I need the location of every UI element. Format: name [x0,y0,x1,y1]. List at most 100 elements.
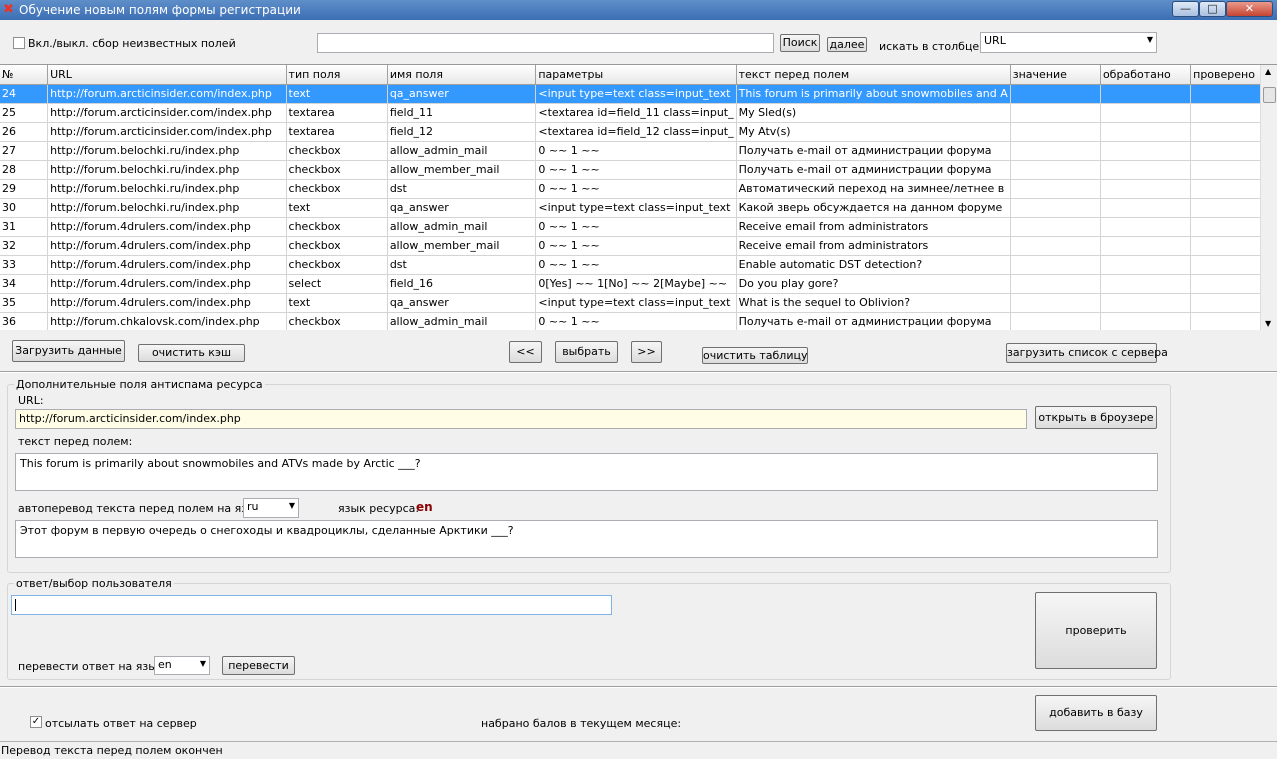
clear-cache-button[interactable]: очистить кэш [138,344,245,362]
table-cell[interactable]: 0 ~~ 1 ~~ [535,141,737,161]
table-cell[interactable]: Receive email from administrators [736,217,1011,237]
table-cell[interactable]: field_11 [387,103,537,123]
table-cell[interactable]: http://forum.4drulers.com/index.php [47,217,287,237]
table-cell[interactable]: allow_member_mail [387,160,537,180]
check-button[interactable]: проверить [1035,592,1157,669]
close-button[interactable]: ✕ [1226,1,1273,17]
table-cell[interactable] [1100,236,1192,256]
table-cell[interactable]: allow_admin_mail [387,217,537,237]
table-cell[interactable]: 34 [0,274,49,294]
send-to-server-checkbox[interactable]: ✓ [30,716,42,728]
table-cell[interactable] [1100,312,1192,330]
table-cell[interactable]: 27 [0,141,49,161]
table-cell[interactable]: <input type=text class=input_text [535,84,737,104]
column-header[interactable]: имя поля [387,65,537,85]
table-cell[interactable]: 32 [0,236,49,256]
table-cell[interactable]: text [286,293,388,313]
table-cell[interactable]: http://forum.arcticinsider.com/index.php [47,84,287,104]
column-header[interactable]: URL [47,65,287,85]
table-cell[interactable] [1010,274,1101,294]
table-cell[interactable] [1100,274,1192,294]
table-cell[interactable]: allow_member_mail [387,236,537,256]
table-cell[interactable]: 25 [0,103,49,123]
table-row[interactable]: 32 http://forum.4drulers.com/index.php che… [0,236,1277,256]
table-cell[interactable] [1010,103,1101,123]
table-cell[interactable]: 0 ~~ 1 ~~ [535,160,737,180]
table-cell[interactable]: http://forum.4drulers.com/index.php [47,274,287,294]
table-row[interactable]: 26 http://forum.arcticinsider.com/index.p… [0,122,1277,142]
table-cell[interactable] [1100,122,1192,142]
table-cell[interactable]: <textarea id=field_12 class=input_ [535,122,737,142]
table-cell[interactable]: 30 [0,198,49,218]
collect-unknown-fields-checkbox[interactable] [13,37,25,49]
table-cell[interactable]: 0 ~~ 1 ~~ [535,179,737,199]
table-cell[interactable]: My Atv(s) [736,122,1011,142]
table-cell[interactable]: qa_answer [387,293,537,313]
table-cell[interactable]: My Sled(s) [736,103,1011,123]
table-cell[interactable]: http://forum.belochki.ru/index.php [47,179,287,199]
table-cell[interactable]: http://forum.arcticinsider.com/index.php [47,103,287,123]
prev-button[interactable]: << [509,341,542,363]
table-cell[interactable]: http://forum.arcticinsider.com/index.php [47,122,287,142]
column-header[interactable]: параметры [535,65,737,85]
table-cell[interactable] [1010,312,1101,330]
table-cell[interactable]: http://forum.belochki.ru/index.php [47,141,287,161]
table-cell[interactable] [1100,179,1192,199]
scroll-up-icon[interactable]: ▲ [1265,67,1271,76]
table-row[interactable]: 35 http://forum.4drulers.com/index.php tex… [0,293,1277,313]
table-cell[interactable] [1100,217,1192,237]
table-row[interactable]: 30 http://forum.belochki.ru/index.php text… [0,198,1277,218]
table-cell[interactable] [1100,160,1192,180]
table-row[interactable]: 24 http://forum.arcticinsider.com/index.p… [0,84,1277,104]
load-data-button[interactable]: Загрузить данные [12,340,125,362]
table-cell[interactable]: 24 [0,84,49,104]
maximize-button[interactable]: □ [1199,1,1226,17]
table-cell[interactable]: http://forum.4drulers.com/index.php [47,236,287,256]
table-cell[interactable]: Receive email from administrators [736,236,1011,256]
table-cell[interactable]: Автоматический переход на зимнее/летнее … [736,179,1011,199]
table-cell[interactable]: 26 [0,122,49,142]
table-cell[interactable]: 35 [0,293,49,313]
next-match-button[interactable]: далее [827,37,867,52]
table-cell[interactable]: http://forum.4drulers.com/index.php [47,293,287,313]
table-row[interactable]: 36 http://forum.chkalovsk.com/index.php ch… [0,312,1277,330]
search-column-select[interactable]: URL ▼ [980,32,1157,53]
table-cell[interactable]: Получать e-mail от администрации форума [736,141,1011,161]
table-cell[interactable]: dst [387,255,537,275]
table-cell[interactable]: 29 [0,179,49,199]
answer-lang-select[interactable]: en ▼ [154,656,210,675]
add-to-database-button[interactable]: добавить в базу [1035,695,1157,731]
table-cell[interactable] [1010,236,1101,256]
table-cell[interactable]: This forum is primarily about snowmobile… [736,84,1011,104]
column-header[interactable]: № [0,65,49,85]
table-row[interactable]: 28 http://forum.belochki.ru/index.php chec… [0,160,1277,180]
table-cell[interactable]: 0 ~~ 1 ~~ [535,255,737,275]
table-cell[interactable] [1100,198,1192,218]
column-header[interactable]: обработано [1100,65,1192,85]
translate-button[interactable]: перевести [222,656,295,675]
table-cell[interactable]: allow_admin_mail [387,312,537,330]
table-cell[interactable] [1100,103,1192,123]
table-cell[interactable]: textarea [286,103,388,123]
table-cell[interactable]: What is the sequel to Oblivion? [736,293,1011,313]
table-cell[interactable]: 33 [0,255,49,275]
grid-scrollbar[interactable]: ▲ ▼ [1260,65,1277,330]
table-row[interactable]: 31 http://forum.4drulers.com/index.php che… [0,217,1277,237]
table-cell[interactable]: <input type=text class=input_text [535,293,737,313]
table-cell[interactable] [1010,179,1101,199]
table-cell[interactable]: field_12 [387,122,537,142]
table-cell[interactable]: field_16 [387,274,537,294]
search-button[interactable]: Поиск [780,34,820,52]
table-cell[interactable]: textarea [286,122,388,142]
table-cell[interactable] [1100,141,1192,161]
table-cell[interactable]: Do you play gore? [736,274,1011,294]
table-cell[interactable]: 36 [0,312,49,330]
table-cell[interactable]: <textarea id=field_11 class=input_ [535,103,737,123]
table-row[interactable]: 27 http://forum.belochki.ru/index.php chec… [0,141,1277,161]
table-cell[interactable]: Enable automatic DST detection? [736,255,1011,275]
table-cell[interactable] [1010,293,1101,313]
autotranslate-lang-select[interactable]: ru ▼ [243,498,299,518]
answer-input[interactable] [11,595,612,615]
table-cell[interactable]: 0[Yes] ~~ 1[No] ~~ 2[Maybe] ~~ [535,274,737,294]
table-cell[interactable] [1010,160,1101,180]
